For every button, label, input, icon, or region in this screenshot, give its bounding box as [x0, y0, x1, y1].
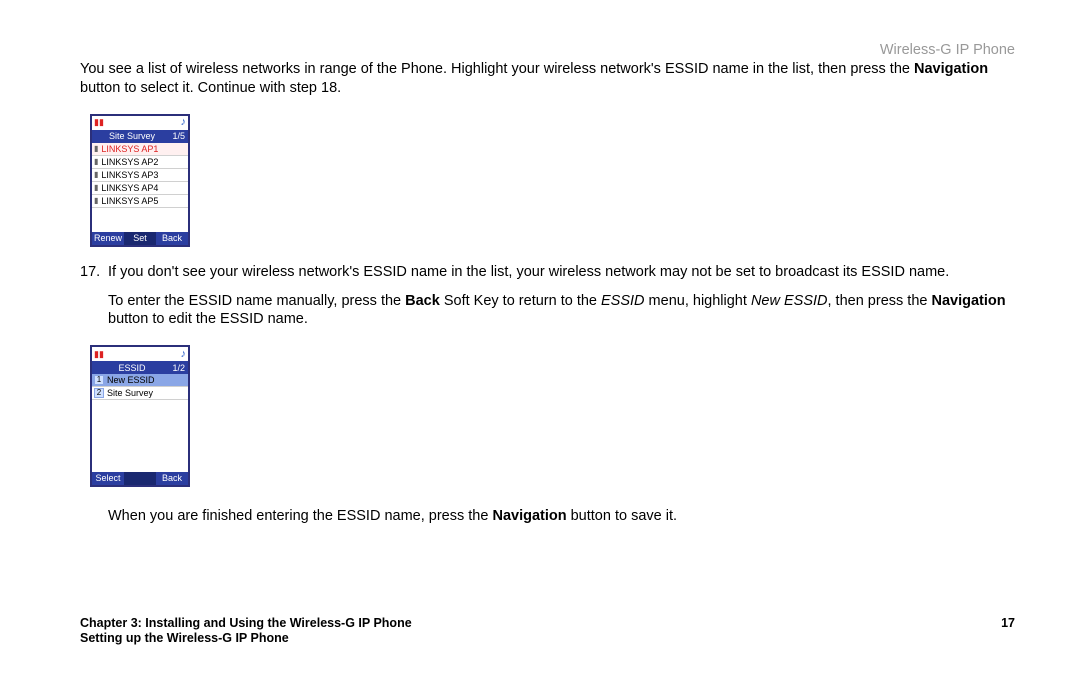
- phone2-row2-num: 2: [94, 388, 104, 398]
- phone-site-survey: ▮▮ ♪ Site Survey 1/5 ▮LINKSYS AP1 ▮LINKS…: [90, 114, 190, 247]
- footer-page-number: 17: [1001, 616, 1015, 630]
- step17-b9: button to edit the ESSID name.: [108, 311, 308, 327]
- tail-paragraph: When you are finished entering the ESSID…: [108, 507, 1015, 526]
- antenna-icon: ▮: [94, 196, 98, 205]
- step-17-body-a: If you don't see your wireless network's…: [108, 263, 1015, 282]
- phone1-softkey-right: Back: [156, 232, 188, 245]
- phone1-row-1: ▮LINKSYS AP1: [92, 143, 188, 156]
- antenna-icon: ▮: [94, 157, 98, 166]
- phone1-rows: ▮LINKSYS AP1 ▮LINKSYS AP2 ▮LINKSYS AP3 ▮…: [92, 143, 188, 208]
- phone2-row1-num: 1: [94, 375, 104, 385]
- step17-newessid-italic: New ESSID: [751, 293, 828, 309]
- phone2-softkeys: Select Back: [92, 472, 188, 485]
- intro-navigation-bold: Navigation: [914, 61, 988, 77]
- phone2-spacer: [92, 400, 188, 472]
- phone1-row-5: ▮LINKSYS AP5: [92, 195, 188, 208]
- signal-icon: ▮▮: [94, 118, 104, 127]
- phone1-softkeys: Renew Set Back: [92, 232, 188, 245]
- phone1-row-2: ▮LINKSYS AP2: [92, 156, 188, 169]
- phone2-row-1-name: New ESSID: [107, 375, 155, 385]
- tail-c: button to save it.: [567, 508, 677, 524]
- phone2-row-2-name: Site Survey: [107, 388, 153, 398]
- step-17-sub: To enter the ESSID name manually, press …: [108, 292, 1015, 330]
- phone1-row-4: ▮LINKSYS AP4: [92, 182, 188, 195]
- phone1-row-2-name: LINKSYS AP2: [101, 157, 158, 167]
- phone2-softkey-right: Back: [156, 472, 188, 485]
- step17-b1: To enter the ESSID name manually, press …: [108, 293, 405, 309]
- antenna-icon: ▮: [94, 170, 98, 179]
- step17-b5: menu, highlight: [645, 293, 751, 309]
- phone1-row-3-name: LINKSYS AP3: [101, 170, 158, 180]
- music-icon: ♪: [181, 349, 187, 360]
- step17-b3: Soft Key to return to the: [440, 293, 601, 309]
- antenna-icon: ▮: [94, 144, 98, 153]
- antenna-icon: ▮: [94, 183, 98, 192]
- phone1-row-4-name: LINKSYS AP4: [101, 183, 158, 193]
- phone1-row-3: ▮LINKSYS AP3: [92, 169, 188, 182]
- phone1-spacer: [92, 208, 188, 232]
- intro-c: button to select it. Continue with step …: [80, 80, 341, 96]
- phone1-title: Site Survey: [101, 131, 163, 141]
- phone1-pager: 1/5: [163, 131, 185, 141]
- phone1-statusbar: ▮▮ ♪: [92, 116, 188, 130]
- intro-a: You see a list of wireless networks in r…: [80, 61, 914, 77]
- phone2-statusbar: ▮▮ ♪: [92, 347, 188, 361]
- footer-chapter: Chapter 3: Installing and Using the Wire…: [80, 616, 412, 630]
- phone1-row-5-name: LINKSYS AP5: [101, 196, 158, 206]
- phone-essid: ▮▮ ♪ ESSID 1/2 1New ESSID 2Site Survey S…: [90, 345, 190, 487]
- phone2-softkey-left: Select: [92, 472, 124, 485]
- step-17-number: 17.: [80, 263, 108, 282]
- signal-icon: ▮▮: [94, 350, 104, 359]
- step17-essid-italic: ESSID: [601, 293, 645, 309]
- phone1-titlebar: Site Survey 1/5: [92, 130, 188, 143]
- step17-b7: , then press the: [828, 293, 932, 309]
- phone2-row-2: 2Site Survey: [92, 387, 188, 400]
- phone2-row-1: 1New ESSID: [92, 374, 188, 387]
- page-footer: Chapter 3: Installing and Using the Wire…: [80, 616, 1015, 645]
- music-icon: ♪: [181, 117, 187, 128]
- tail-nav-bold: Navigation: [492, 508, 566, 524]
- header-title: Wireless-G IP Phone: [80, 42, 1015, 58]
- step17-nav-bold: Navigation: [931, 293, 1005, 309]
- phone1-softkey-left: Renew: [92, 232, 124, 245]
- phone2-softkey-mid: [124, 472, 156, 485]
- phone1-row-1-name: LINKSYS AP1: [101, 144, 158, 154]
- footer-subtitle: Setting up the Wireless-G IP Phone: [80, 631, 1015, 645]
- phone2-pager: 1/2: [163, 363, 185, 373]
- phone2-rows: 1New ESSID 2Site Survey: [92, 374, 188, 400]
- step-17: 17. If you don't see your wireless netwo…: [80, 263, 1015, 282]
- phone1-softkey-mid: Set: [124, 232, 156, 245]
- tail-a: When you are finished entering the ESSID…: [108, 508, 492, 524]
- step17-back-bold: Back: [405, 293, 440, 309]
- phone2-titlebar: ESSID 1/2: [92, 361, 188, 374]
- intro-paragraph: You see a list of wireless networks in r…: [80, 60, 1015, 98]
- phone2-title: ESSID: [101, 363, 163, 373]
